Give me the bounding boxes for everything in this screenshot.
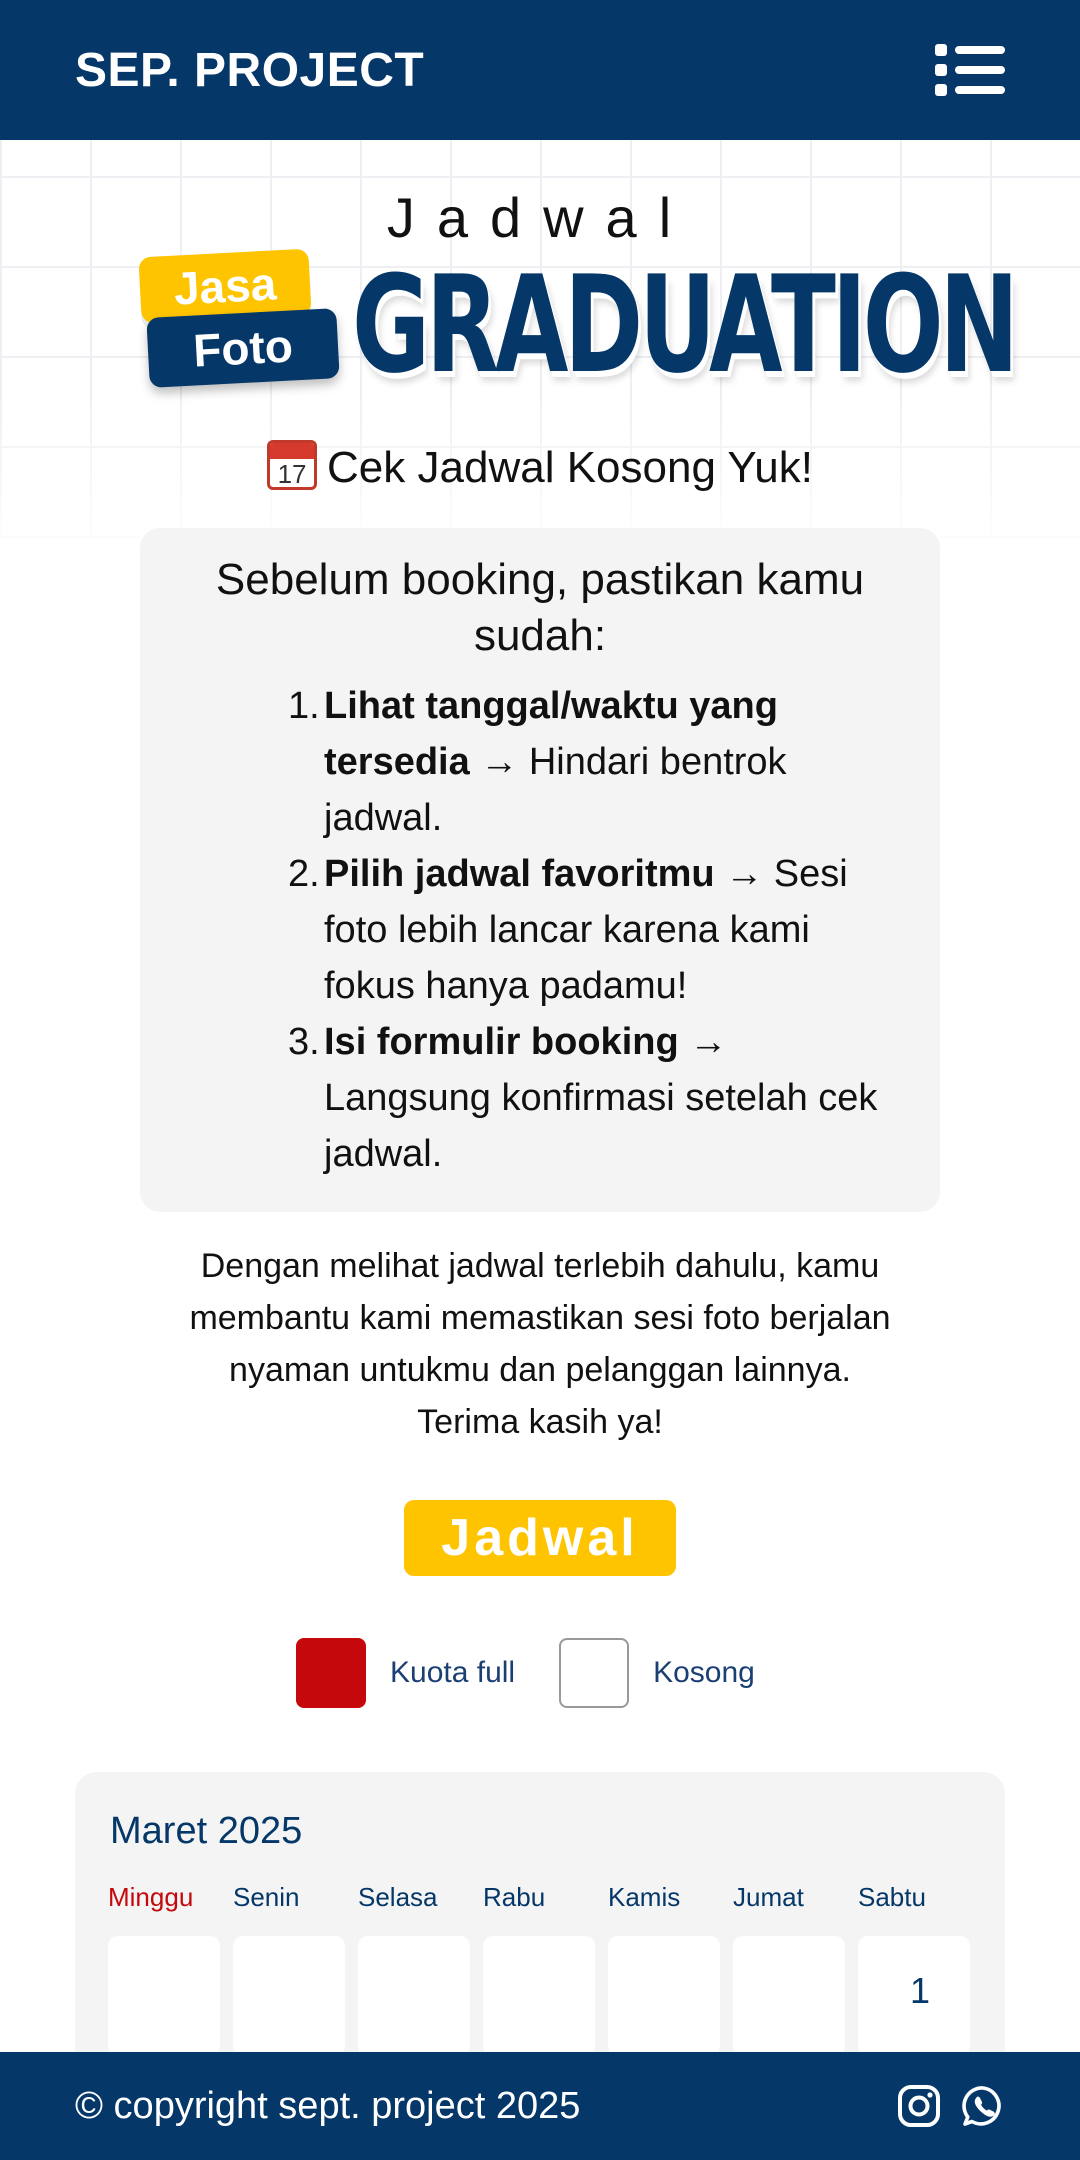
top-header: SEP. PROJECT (0, 0, 1080, 140)
brand-logo[interactable]: SEP. PROJECT (75, 43, 424, 98)
calendar-day[interactable] (483, 1936, 595, 2056)
weekday-label: Kamis (608, 1882, 681, 1912)
legend-full-label: Kuota full (390, 1656, 516, 1689)
cek-jadwal-line: 17 Cek Jadwal Kosong Yuk! (0, 440, 1080, 493)
social-links (897, 2084, 1005, 2128)
booking-info-box: Sebelum booking, pastikan kamu sudah: 1.… (140, 528, 940, 1212)
jadwal-button[interactable]: Jadwal (404, 1500, 676, 1576)
calendar-month-title: Maret 2025 (110, 1810, 303, 1852)
menu-button[interactable] (935, 40, 1005, 100)
calendar-legend: Kuota full Kosong (296, 1638, 799, 1708)
list-item: 3. Isi formulir booking → Langsung konfi… (288, 1021, 878, 1175)
weekday-label: Jumat (733, 1882, 804, 1912)
calendar-day[interactable] (358, 1936, 470, 2056)
calendar-days-row: 1 (108, 1936, 970, 2056)
calendar-icon: 17 (267, 440, 318, 490)
thank-you-note: Dengan melihat jadwal terlebih dahulu, k… (189, 1247, 891, 1441)
calendar-day[interactable]: 1 (858, 1936, 970, 2056)
weekday-label: Minggu (108, 1882, 194, 1912)
hero-jadwal-text: Jadwal (386, 186, 694, 249)
weekday-header: Minggu Senin Selasa Rabu Kamis Jumat Sab… (108, 1882, 983, 1913)
info-title: Sebelum booking, pastikan kamu sudah: (215, 555, 865, 660)
steps-list: 1. Lihat tanggal/waktu yang tersedia → H… (180, 678, 900, 1182)
calendar-day[interactable] (233, 1936, 345, 2056)
list-item: 1. Lihat tanggal/waktu yang tersedia → H… (288, 685, 787, 839)
graduation-heading: GRADUATION (352, 247, 1019, 403)
hero-title: Jadwal Jasa Foto GRADUATION (0, 185, 1080, 415)
legend-full-swatch (296, 1638, 366, 1708)
footer: © copyright sept. project 2025 (0, 2052, 1080, 2160)
calendar: Maret 2025 Minggu Senin Selasa Rabu Kami… (75, 1772, 1005, 2092)
sticker-foto: Foto (146, 308, 340, 388)
copyright-text: © copyright sept. project 2025 (75, 2084, 581, 2127)
list-item: 2. Pilih jadwal favoritmu → Sesi foto le… (288, 853, 848, 1007)
calendar-day[interactable] (608, 1936, 720, 2056)
legend-empty-label: Kosong (653, 1656, 755, 1689)
calendar-day[interactable] (108, 1936, 220, 2056)
weekday-label: Senin (233, 1882, 300, 1912)
whatsapp-icon[interactable] (961, 2084, 1005, 2128)
legend-empty-swatch (559, 1638, 630, 1708)
weekday-label: Selasa (358, 1882, 438, 1912)
weekday-label: Rabu (483, 1882, 546, 1912)
weekday-label: Sabtu (858, 1882, 926, 1912)
cek-jadwal-text: Cek Jadwal Kosong Yuk! (327, 443, 813, 492)
instagram-icon[interactable] (897, 2084, 941, 2128)
calendar-day[interactable] (733, 1936, 845, 2056)
